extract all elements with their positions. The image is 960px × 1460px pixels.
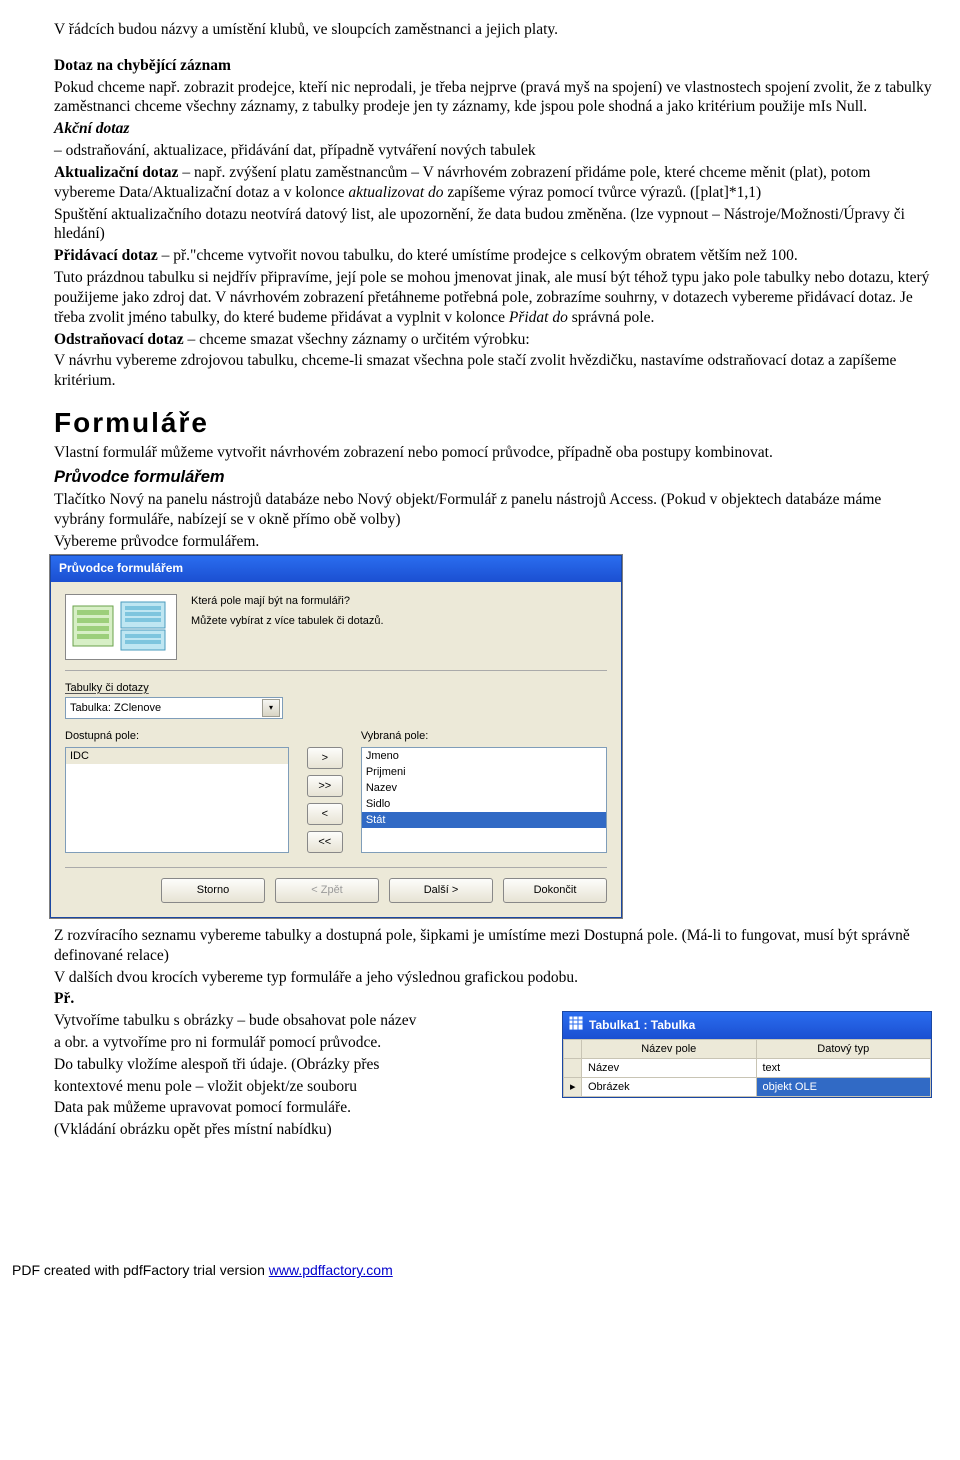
paragraph: Tuto prázdnou tabulku si nejdřív připrav… [54, 268, 932, 327]
subheading: Průvodce formulářem [54, 467, 932, 488]
footer-link[interactable]: www.pdffactory.com [269, 1262, 393, 1278]
text: Tuto prázdnou tabulku si nejdřív připrav… [54, 269, 929, 326]
form-wizard-dialog: Průvodce formulářem [50, 555, 622, 918]
table-row[interactable]: Název text [564, 1058, 931, 1077]
table-dropdown-value: Tabulka: ZClenove [70, 701, 161, 715]
footer-text: PDF created with pdfFactory trial versio… [12, 1262, 269, 1278]
list-item[interactable]: Sidlo [362, 796, 606, 812]
pdf-footer: PDF created with pdfFactory trial versio… [12, 1262, 932, 1280]
term: Přidávací dotaz [54, 247, 158, 264]
cell[interactable]: Obrázek [582, 1077, 757, 1096]
term: Aktualizační dotaz [54, 164, 178, 181]
paragraph: V návrhu vybereme zdrojovou tabulku, chc… [54, 351, 932, 391]
wizard-prompt: Která pole mají být na formuláři? Můžete… [191, 594, 384, 660]
paragraph: Aktualizační dotaz – např. zvýšení platu… [54, 163, 932, 203]
back-button[interactable]: < Zpět [275, 878, 379, 903]
paragraph: Přidávací dotaz – př."chceme vytvořit no… [54, 246, 932, 266]
cancel-button[interactable]: Storno [161, 878, 265, 903]
list-item[interactable]: Stát [362, 812, 606, 828]
text: – chceme smazat všechny záznamy o určité… [184, 331, 530, 348]
paragraph: V řádcích budou názvy a umístění klubů, … [54, 20, 932, 40]
wizard-illustration-icon [65, 594, 177, 660]
paragraph: – odstraňování, aktualizace, přidávání d… [54, 141, 932, 161]
text-italic: Přidat do [509, 309, 568, 326]
section-heading: Dotaz na chybějící záznam [54, 56, 932, 76]
datasheet-icon [569, 1016, 583, 1034]
available-fields-listbox[interactable]: IDC [65, 747, 289, 853]
finish-button[interactable]: Dokončit [503, 878, 607, 903]
list-item[interactable]: Prijmeni [362, 764, 606, 780]
wizard-titlebar: Průvodce formulářem [51, 556, 621, 581]
paragraph: Odstraňovací dotaz – chceme smazat všech… [54, 330, 932, 350]
row-selector[interactable] [564, 1058, 582, 1077]
selected-fields-listbox[interactable]: Jmeno Prijmeni Nazev Sidlo Stát [361, 747, 607, 853]
text: – př."chceme vytvořit novou tabulku, do … [158, 247, 798, 264]
example-label: Př. [54, 989, 932, 1009]
remove-one-button[interactable]: < [307, 803, 343, 825]
table-design-window: Tabulka1 : Tabulka Název pole Datový typ… [562, 1011, 932, 1098]
column-header: Datový typ [756, 1039, 931, 1058]
list-item[interactable]: Nazev [362, 780, 606, 796]
paragraph: V dalších dvou krocích vybereme typ form… [54, 968, 932, 988]
term: Odstraňovací dotaz [54, 331, 184, 348]
paragraph: Vybereme průvodce formulářem. [54, 532, 932, 552]
corner-cell [564, 1039, 582, 1058]
paragraph: Data pak můžeme upravovat pomocí formulá… [54, 1098, 932, 1118]
paragraph: Vlastní formulář můžeme vytvořit návrhov… [54, 443, 932, 463]
document-body: V řádcích budou názvy a umístění klubů, … [54, 20, 932, 1142]
selected-fields-label: Vybraná pole: [361, 729, 607, 743]
cell[interactable]: objekt OLE [756, 1077, 931, 1096]
cell[interactable]: Název [582, 1058, 757, 1077]
wizard-subtext: Můžete vybírat z více tabulek či dotazů. [191, 614, 384, 628]
paragraph: Tlačítko Nový na panelu nástrojů databáz… [54, 490, 932, 530]
column-header: Název pole [582, 1039, 757, 1058]
add-one-button[interactable]: > [307, 747, 343, 769]
list-item[interactable]: Jmeno [362, 748, 606, 764]
cell[interactable]: text [756, 1058, 931, 1077]
list-item[interactable]: IDC [66, 748, 288, 764]
table-window-titlebar: Tabulka1 : Tabulka [563, 1012, 931, 1038]
text: zapíšeme výraz pomocí tvůrce výrazů. ([p… [444, 184, 762, 201]
paragraph: Z rozvíracího seznamu vybereme tabulky a… [54, 926, 932, 966]
paragraph: (Vkládání obrázku opět přes místní nabíd… [54, 1120, 932, 1140]
add-all-button[interactable]: >> [307, 775, 343, 797]
wizard-question: Která pole mají být na formuláři? [191, 594, 384, 608]
tables-label: Tabulky či dotazy [65, 681, 607, 695]
remove-all-button[interactable]: << [307, 831, 343, 853]
text: správná pole. [568, 309, 655, 326]
row-selector[interactable]: ▸ [564, 1077, 582, 1096]
paragraph: Pokud chceme např. zobrazit prodejce, kt… [54, 78, 932, 118]
next-button[interactable]: Další > [389, 878, 493, 903]
table-design-grid: Název pole Datový typ Název text ▸ Obráz… [563, 1039, 931, 1097]
table-dropdown[interactable]: Tabulka: ZClenove ▾ [65, 697, 283, 719]
chevron-down-icon: ▾ [262, 699, 280, 717]
text-italic: aktualizovat do [348, 184, 443, 201]
table-row[interactable]: ▸ Obrázek objekt OLE [564, 1077, 931, 1096]
section-heading: Akční dotaz [54, 119, 932, 139]
available-fields-label: Dostupná pole: [65, 729, 289, 743]
paragraph: Spuštění aktualizačního dotazu neotvírá … [54, 205, 932, 245]
heading-formulare: Formuláře [54, 405, 932, 441]
table-window-title: Tabulka1 : Tabulka [589, 1018, 695, 1033]
